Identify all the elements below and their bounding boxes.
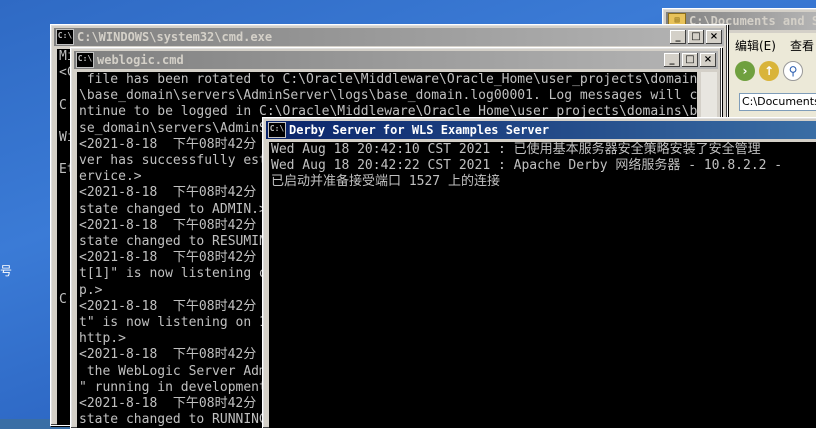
close-button[interactable]: × xyxy=(700,53,716,67)
maximize-button[interactable]: □ xyxy=(688,30,704,44)
address-bar[interactable]: C:\Documents xyxy=(739,93,816,111)
derby-console-output[interactable]: Wed Aug 18 20:42:10 CST 2021 : 已使用基本服务器安… xyxy=(269,142,816,428)
console-icon: C:\ xyxy=(268,122,286,138)
cmd-titlebar[interactable]: C:\ C:\WINDOWS\system32\cmd.exe _ □ × xyxy=(54,28,724,46)
derby-titlebar[interactable]: C:\ Derby Server for WLS Examples Server xyxy=(266,121,816,139)
minimize-button[interactable]: _ xyxy=(664,53,680,67)
desktop-icon-label[interactable]: 号 xyxy=(0,262,12,279)
console-icon: C:\ xyxy=(76,52,94,68)
cmd-title: C:\WINDOWS\system32\cmd.exe xyxy=(77,30,273,44)
search-icon[interactable]: ⚲ xyxy=(783,61,803,81)
up-icon[interactable]: ↑ xyxy=(759,61,779,81)
menu-edit[interactable]: 编辑(E) xyxy=(735,37,776,54)
back-icon[interactable]: › xyxy=(735,61,755,81)
console-icon: C:\ xyxy=(56,29,74,45)
maximize-button[interactable]: □ xyxy=(682,53,698,67)
close-button[interactable]: × xyxy=(706,30,722,44)
derby-title: Derby Server for WLS Examples Server xyxy=(289,123,550,137)
menu-view[interactable]: 查看 xyxy=(790,37,814,54)
derby-window[interactable]: C:\ Derby Server for WLS Examples Server… xyxy=(262,117,816,429)
minimize-button[interactable]: _ xyxy=(670,30,686,44)
weblogic-titlebar[interactable]: C:\ weblogic.cmd _ □ × xyxy=(74,51,718,69)
weblogic-title: weblogic.cmd xyxy=(97,53,184,67)
